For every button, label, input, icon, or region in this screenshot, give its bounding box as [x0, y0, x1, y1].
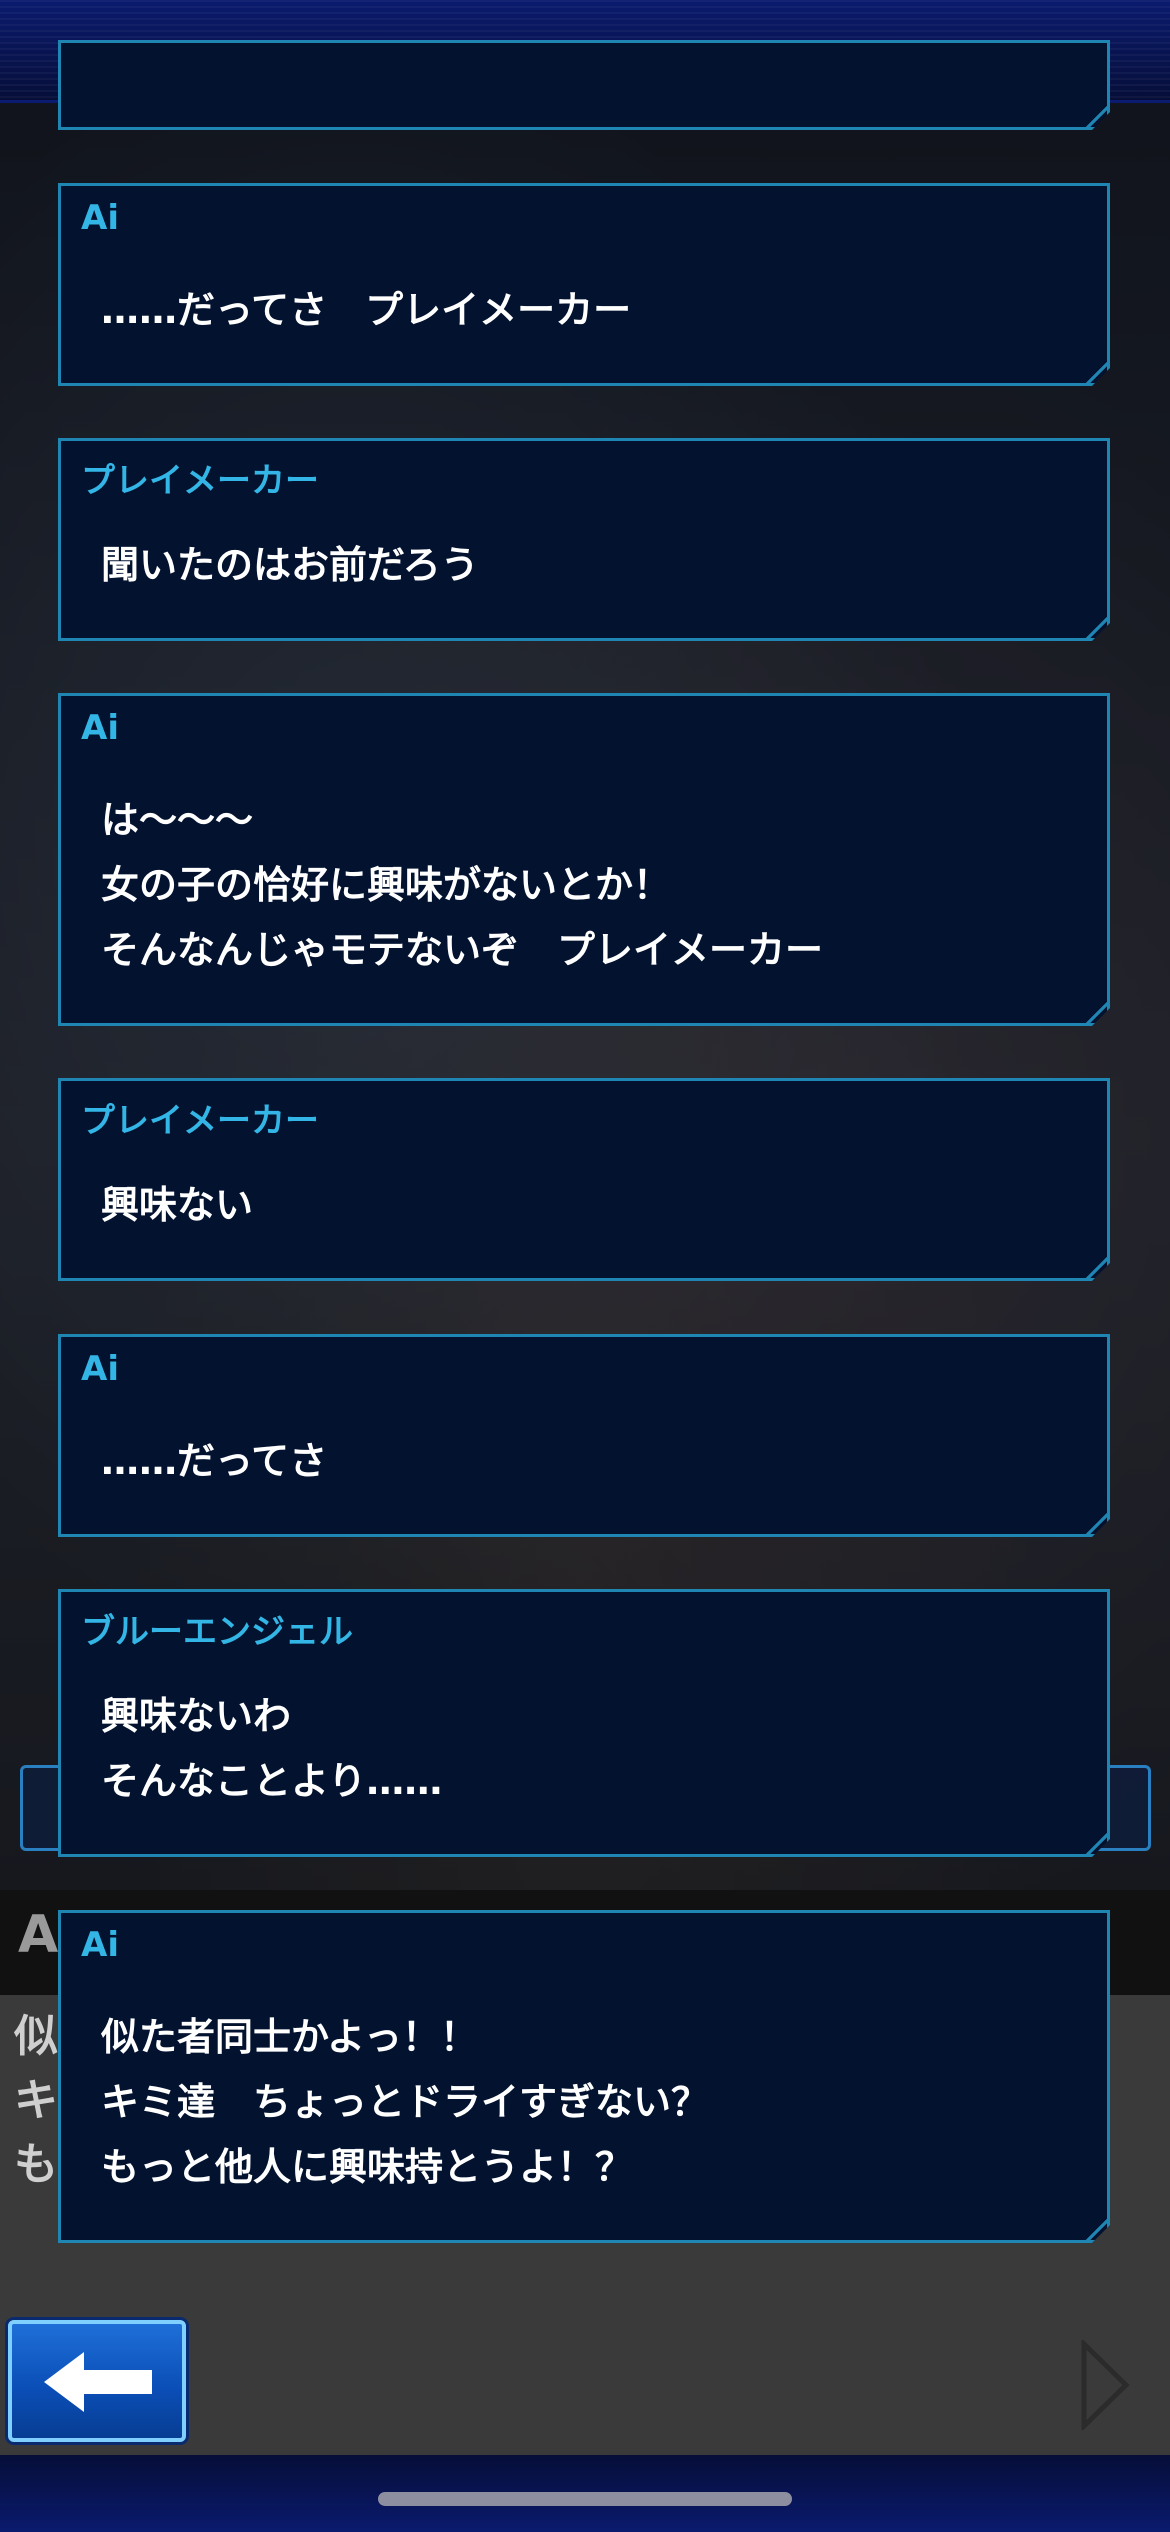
message-text: 聞いたのはお前だろう	[101, 543, 479, 587]
message-text: 興味ない	[101, 1183, 254, 1227]
speaker-name: Ai	[81, 708, 119, 748]
underlying-text: 似 キ も	[14, 2011, 58, 2190]
speaker-name: Ai	[81, 198, 119, 238]
back-button[interactable]	[8, 2320, 186, 2442]
message-box: Ai ……だってさ プレイメーカー	[58, 183, 1110, 386]
home-indicator[interactable]	[378, 2492, 792, 2506]
speaker-name: プレイメーカー	[81, 1101, 319, 1141]
speaker-name: Ai	[81, 1349, 119, 1389]
triangle-right-icon[interactable]	[1080, 2340, 1130, 2430]
underlying-speaker-letter: A	[18, 1905, 59, 1965]
speaker-name: プレイメーカー	[81, 461, 319, 501]
message-text: ……だってさ プレイメーカー	[101, 288, 632, 332]
message-text: 似た者同士かよっ！！ キミ達 ちょっとドライすぎない？ もっと他人に興味持とうよ…	[101, 2015, 710, 2189]
message-box: プレイメーカー 聞いたのはお前だろう	[58, 438, 1110, 641]
message-text: 興味ないわ そんなことより……	[101, 1694, 443, 1803]
speaker-name: Ai	[81, 1925, 119, 1965]
message-box: Ai 似た者同士かよっ！！ キミ達 ちょっとドライすぎない？ もっと他人に興味持…	[58, 1910, 1110, 2243]
message-box: プレイメーカー 興味ない	[58, 1078, 1110, 1281]
message-box: ブルーエンジェル 興味ないわ そんなことより……	[58, 1589, 1110, 1857]
message-box: Ai ……だってさ	[58, 1334, 1110, 1537]
speaker-name: ブルーエンジェル	[81, 1612, 353, 1652]
message-text: ……だってさ	[101, 1439, 328, 1483]
message-box-partial	[58, 40, 1110, 130]
message-box: Ai は〜〜〜 女の子の恰好に興味がないとか！ そんなんじゃモテないぞ プレイメ…	[58, 693, 1110, 1026]
message-text: は〜〜〜 女の子の恰好に興味がないとか！ そんなんじゃモテないぞ プレイメーカー	[101, 798, 824, 972]
left-arrow-icon	[44, 2352, 152, 2412]
